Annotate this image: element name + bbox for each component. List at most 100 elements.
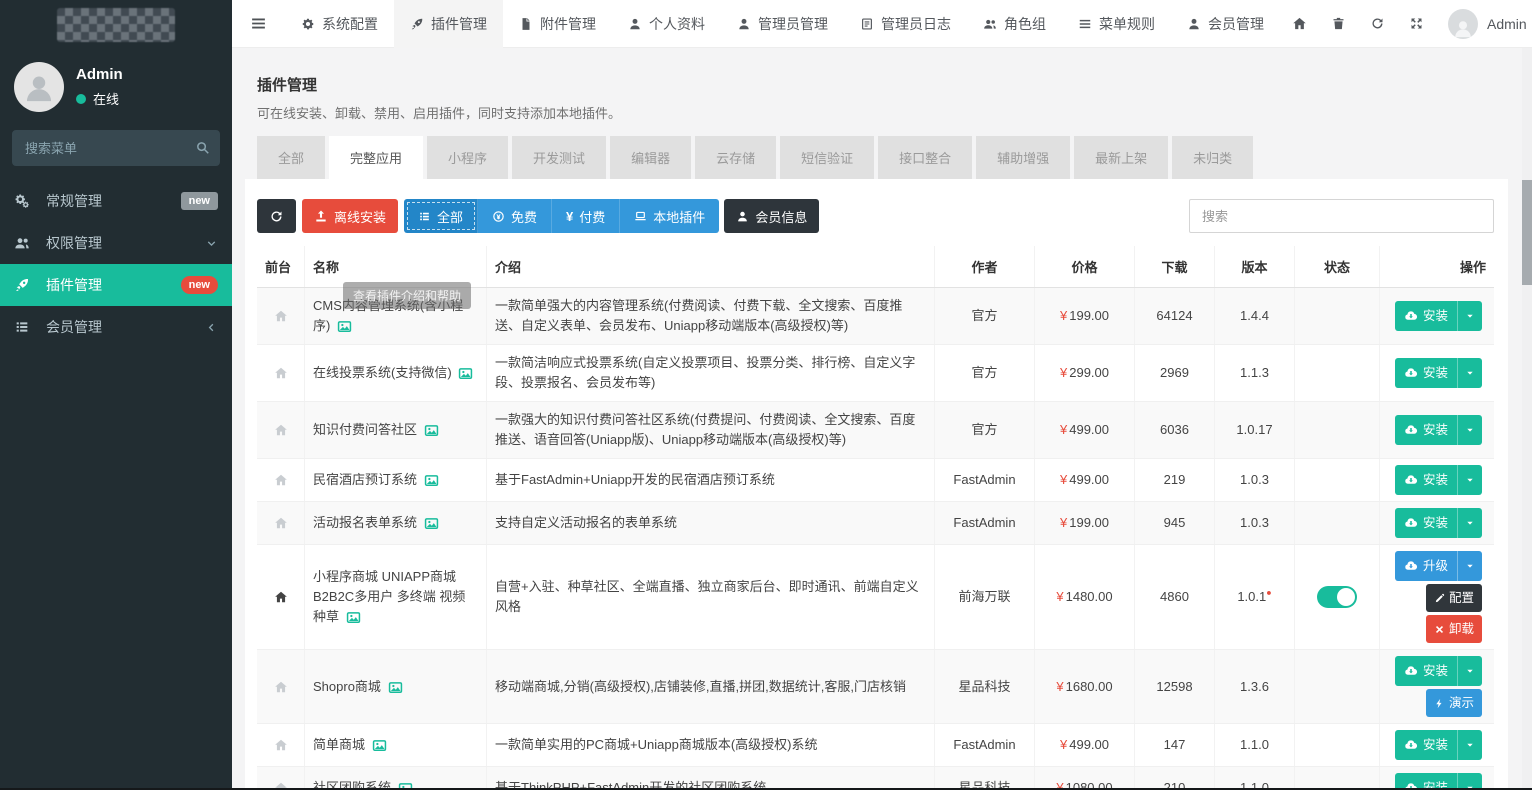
enable-toggle[interactable] [1317, 586, 1357, 608]
nav-item-6[interactable]: 管理员日志 [844, 0, 967, 48]
plugin-author: 官方 [935, 402, 1035, 458]
dropdown-caret[interactable] [1457, 508, 1482, 538]
nav-item-9[interactable]: 会员管理 [1171, 0, 1280, 48]
dropdown-caret[interactable] [1457, 358, 1482, 388]
plugin-downloads: 4860 [1135, 545, 1215, 649]
page-title: 插件管理 [257, 77, 318, 94]
config-button[interactable]: 配置 [1425, 584, 1482, 612]
install-button[interactable]: 安装 [1394, 358, 1482, 388]
plugin-name[interactable]: Shopro商城 [313, 677, 478, 697]
nav-item-1[interactable]: 系统配置 [285, 0, 394, 48]
filter-4[interactable]: 本地插件 [620, 199, 720, 233]
plugin-name-cell: 知识付费问答社区 [305, 402, 487, 458]
dropdown-caret[interactable] [1457, 301, 1482, 331]
user-menu[interactable]: Admin [1436, 8, 1532, 39]
category-tabs: 全部 完整应用 小程序 开发测试 编辑器 云存储 短信验证 接口整合 辅助增强 最新上架 未归类 [245, 136, 1508, 179]
nav-item-5[interactable]: 管理员管理 [721, 0, 844, 48]
plugin-name[interactable]: 民宿酒店预订系统 [313, 470, 478, 490]
tab-2[interactable]: 完整应用 [329, 136, 424, 179]
nav-item-3[interactable]: 附件管理 [503, 0, 612, 48]
home-icon [274, 473, 288, 487]
sidebar-item-2[interactable]: 权限管理 [0, 222, 232, 264]
plugin-name[interactable]: CMS内容管理系统(含小程序) [313, 296, 478, 336]
filter-3[interactable]: ¥ 付费 [552, 199, 621, 233]
fullscreen-icon[interactable] [1397, 0, 1436, 48]
tab-8[interactable]: 接口整合 [878, 136, 973, 179]
filter-label: 免费 [511, 209, 538, 225]
offline-install-button[interactable]: 离线安装 [302, 199, 399, 233]
sidebar-search-input[interactable] [12, 130, 220, 166]
caret-down-icon [1465, 425, 1475, 435]
install-button[interactable]: 安装 [1394, 730, 1482, 760]
plugin-downloads: 6036 [1135, 402, 1215, 458]
plugin-name[interactable]: 小程序商城 UNIAPP商城 B2B2C多用户 多终端 视频种草 [313, 567, 478, 627]
search-icon [195, 139, 210, 155]
scrollbar-track[interactable] [1522, 48, 1532, 790]
sidebar-item-1[interactable]: 常规管理 new [0, 180, 232, 222]
plugin-version: 1.0.3 [1215, 459, 1295, 501]
demo-button[interactable]: 演示 [1425, 689, 1482, 717]
tab-10[interactable]: 最新上架 [1074, 136, 1169, 179]
home-icon [274, 680, 288, 694]
install-button[interactable]: 安装 [1394, 415, 1482, 445]
refresh-button[interactable] [257, 199, 296, 233]
nav-item-2[interactable]: 插件管理 [394, 0, 503, 48]
dropdown-caret[interactable] [1457, 656, 1482, 686]
nav-item-7[interactable]: 角色组 [967, 0, 1062, 48]
nav-item-4[interactable]: 个人资料 [612, 0, 721, 48]
install-button[interactable]: 安装 [1394, 301, 1482, 331]
install-button[interactable]: 安装 [1394, 656, 1482, 686]
nav-item-8[interactable]: 菜单规则 [1062, 0, 1171, 48]
plugin-downloads: 12598 [1135, 650, 1215, 723]
tab-6[interactable]: 云存储 [695, 136, 777, 179]
tab-11[interactable]: 未归类 [1172, 136, 1254, 179]
member-info-button[interactable]: 会员信息 [724, 199, 820, 233]
table-row: CMS内容管理系统(含小程序) 一款简单强大的内容管理系统(付费阅读、付费下载、… [257, 288, 1494, 345]
tab-5[interactable]: 编辑器 [610, 136, 692, 179]
dropdown-caret[interactable] [1457, 551, 1482, 581]
plugin-name[interactable]: 活动报名表单系统 [313, 513, 478, 533]
hamburger-icon[interactable] [232, 15, 285, 32]
sidebar-item-3[interactable]: 插件管理 new [0, 264, 232, 306]
cloud-download-icon [1404, 516, 1418, 530]
dropdown-caret[interactable] [1457, 415, 1482, 445]
sidebar-item-4[interactable]: 会员管理 [0, 306, 232, 348]
scrollbar-thumb[interactable] [1522, 180, 1532, 285]
home-icon[interactable] [1280, 0, 1319, 48]
plugin-name[interactable]: 简单商城 [313, 735, 478, 755]
upgrade-button[interactable]: 升级 [1394, 551, 1482, 581]
dropdown-caret[interactable] [1457, 465, 1482, 495]
tab-7[interactable]: 短信验证 [780, 136, 875, 179]
cloud-download-icon [1404, 664, 1418, 678]
tab-1[interactable]: 全部 [257, 136, 326, 179]
table-row: 社区团购系统 基于ThinkPHP+FastAdmin开发的社区团购系统 星品科技… [257, 767, 1494, 790]
tab-3[interactable]: 小程序 [427, 136, 509, 179]
new-badge: new [180, 192, 218, 210]
plugin-search-input[interactable] [1189, 199, 1494, 233]
filter-2[interactable]: 免费 [478, 199, 553, 233]
nav-item-label: 会员管理 [1208, 15, 1264, 32]
plugin-price: ¥1680.00 [1035, 650, 1135, 723]
plugin-version: 1.1.3 [1215, 345, 1295, 401]
frontend-indicator [257, 502, 305, 544]
filter-1[interactable]: 全部 [404, 199, 479, 233]
install-button[interactable]: 安装 [1394, 508, 1482, 538]
free-icon [492, 210, 505, 223]
install-button[interactable]: 安装 [1394, 465, 1482, 495]
chevron-left-icon [205, 321, 218, 334]
nav-item-label: 菜单规则 [1099, 15, 1155, 32]
dropdown-caret[interactable] [1457, 730, 1482, 760]
table-row: 活动报名表单系统 支持自定义活动报名的表单系统 FastAdmin ¥199.00 9… [257, 502, 1494, 545]
caret-down-icon [1465, 518, 1475, 528]
trash-icon[interactable] [1319, 0, 1358, 48]
frontend-indicator [257, 459, 305, 501]
tab-9[interactable]: 辅助增强 [976, 136, 1071, 179]
plugin-name[interactable]: 知识付费问答社区 [313, 420, 478, 440]
frontend-indicator [257, 724, 305, 766]
plugin-description: 自营+入驻、种草社区、全端直播、独立商家后台、即时通讯、前端自定义风格 [487, 545, 935, 649]
close-icon [1434, 624, 1445, 635]
tab-4[interactable]: 开发测试 [512, 136, 607, 179]
plugin-name[interactable]: 在线投票系统(支持微信) [313, 363, 478, 383]
uninstall-button[interactable]: 卸载 [1425, 615, 1482, 643]
clear-cache-icon[interactable] [1358, 0, 1397, 48]
